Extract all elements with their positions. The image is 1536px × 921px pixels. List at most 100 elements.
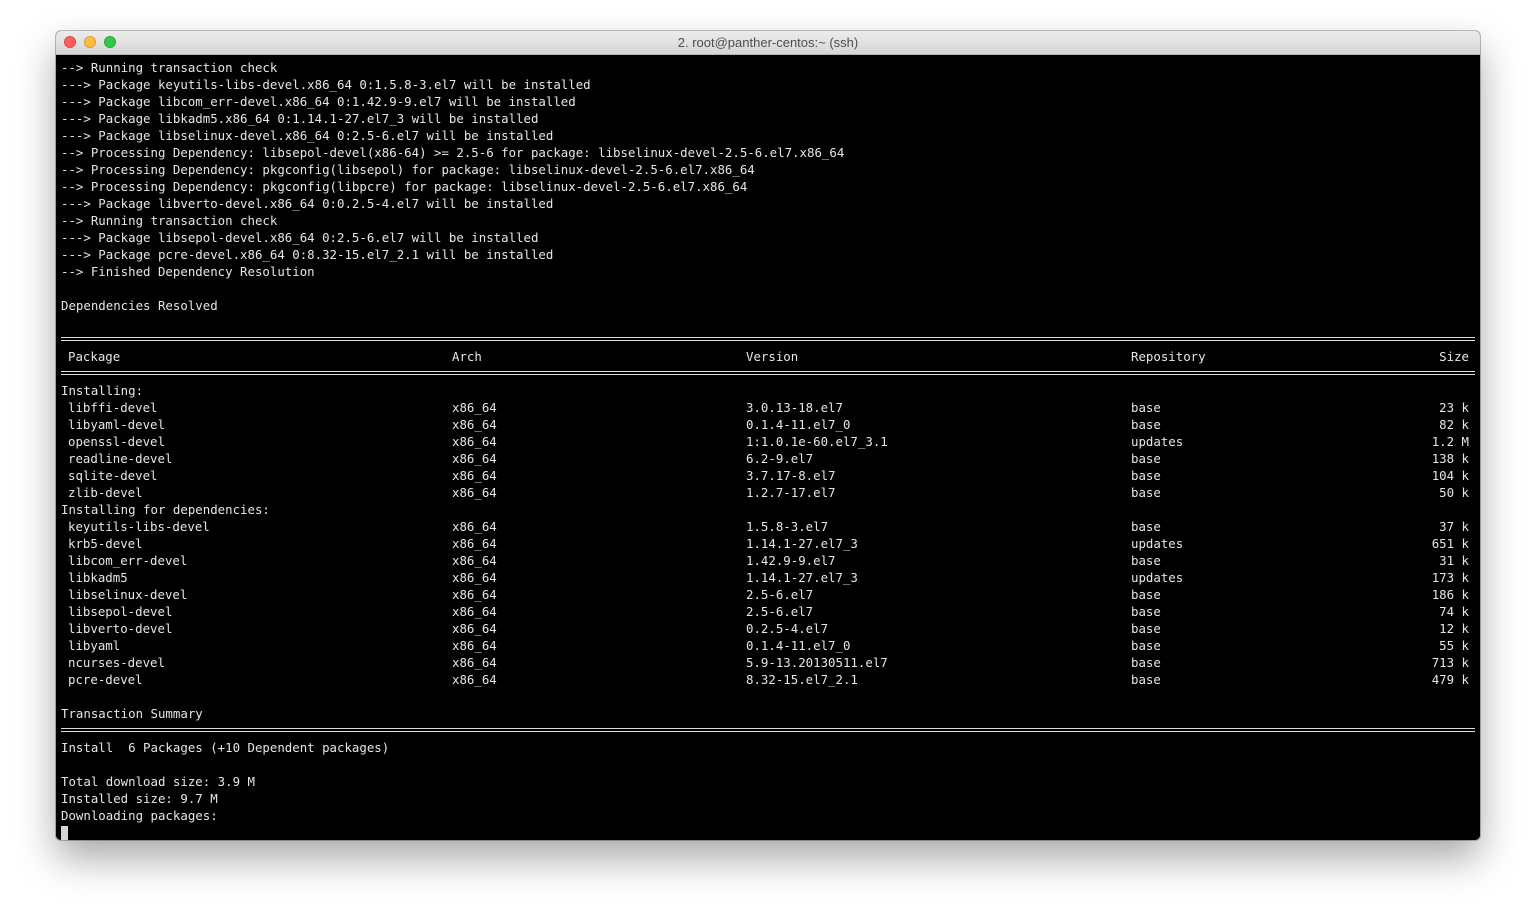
table-row: krb5-devel x86_64 1.14.1-27.el7_3 updates 65… xyxy=(61,535,1475,552)
downloading-status: Downloading packages: xyxy=(61,808,218,823)
version-cell: 1.2.7-17.el7 xyxy=(746,485,836,500)
size-cell: 74 k xyxy=(1439,604,1469,619)
table-header-row: Package Arch Version Repository Size xyxy=(61,348,1475,365)
table-header-rule xyxy=(61,365,1475,382)
table-row: libsepol-devel x86_64 2.5-6.el7 base 74 k xyxy=(61,603,1475,620)
header-arch: Arch xyxy=(452,349,482,364)
size-cell: 651 k xyxy=(1431,536,1469,551)
table-row: libkadm5 x86_64 1.14.1-27.el7_3 updates 173 … xyxy=(61,569,1475,586)
size-cell: 104 k xyxy=(1431,468,1469,483)
log-line: --> Running transaction check xyxy=(61,213,278,228)
arch-cell: x86_64 xyxy=(452,604,497,619)
arch-cell: x86_64 xyxy=(452,638,497,653)
repository-cell: base xyxy=(1131,417,1161,432)
table-row: openssl-devel x86_64 1:1.0.1e-60.el7_3.1 up… xyxy=(61,433,1475,450)
table-row: readline-devel x86_64 6.2-9.el7 base 138 k xyxy=(61,450,1475,467)
size-cell: 23 k xyxy=(1439,400,1469,415)
size-cell: 479 k xyxy=(1431,672,1469,687)
terminal-window[interactable]: 2. root@panther-centos:~ (ssh) --> Runni… xyxy=(56,31,1480,840)
table-row: keyutils-libs-devel x86_64 1.5.8-3.el7 base… xyxy=(61,518,1475,535)
arch-cell: x86_64 xyxy=(452,553,497,568)
package-name-cell: libffi-devel xyxy=(68,400,158,415)
size-cell: 82 k xyxy=(1439,417,1469,432)
package-name-cell: keyutils-libs-devel xyxy=(68,519,210,534)
size-cell: 1.2 M xyxy=(1431,434,1469,449)
log-line: ---> Package keyutils-libs-devel.x86_64 … xyxy=(61,77,591,92)
package-name-cell: sqlite-devel xyxy=(68,468,158,483)
prompt-line[interactable] xyxy=(61,824,1475,840)
repository-cell: updates xyxy=(1131,570,1184,585)
arch-cell: x86_64 xyxy=(452,468,497,483)
repository-cell: base xyxy=(1131,655,1161,670)
size-cell: 37 k xyxy=(1439,519,1469,534)
header-version: Version xyxy=(746,349,799,364)
arch-cell: x86_64 xyxy=(452,485,497,500)
log-line: --> Processing Dependency: pkgconfig(lib… xyxy=(61,162,755,177)
version-cell: 0.1.4-11.el7_0 xyxy=(746,638,851,653)
summary-rule xyxy=(61,722,1475,739)
installing-rows: libffi-devel x86_64 3.0.13-18.el7 base 23 k l… xyxy=(61,399,1475,501)
header-size: Size xyxy=(1439,349,1469,364)
size-cell: 186 k xyxy=(1431,587,1469,602)
version-cell: 3.7.17-8.el7 xyxy=(746,468,836,483)
install-count-line: Install 6 Packages (+10 Dependent packag… xyxy=(61,740,390,755)
log-line: --> Finished Dependency Resolution xyxy=(61,264,315,279)
total-download-size: Total download size: 3.9 M xyxy=(61,774,255,789)
installing-label: Installing: xyxy=(61,383,144,398)
package-name-cell: openssl-devel xyxy=(68,434,165,449)
table-row: ncurses-devel x86_64 5.9-13.20130511.el7 ba… xyxy=(61,654,1475,671)
package-name-cell: libsepol-devel xyxy=(68,604,173,619)
package-name-cell: libverto-devel xyxy=(68,621,173,636)
size-cell: 55 k xyxy=(1439,638,1469,653)
package-name-cell: libcom_err-devel xyxy=(68,553,188,568)
repository-cell: base xyxy=(1131,672,1161,687)
arch-cell: x86_64 xyxy=(452,434,497,449)
repository-cell: updates xyxy=(1131,536,1184,551)
package-name-cell: libyaml xyxy=(68,638,121,653)
log-line: --> Running transaction check xyxy=(61,60,278,75)
repository-cell: base xyxy=(1131,468,1161,483)
log-line: --> Processing Dependency: libsepol-deve… xyxy=(61,145,845,160)
package-name-cell: pcre-devel xyxy=(68,672,143,687)
table-row: libverto-devel x86_64 0.2.5-4.el7 base 12 k xyxy=(61,620,1475,637)
repository-cell: base xyxy=(1131,519,1161,534)
arch-cell: x86_64 xyxy=(452,587,497,602)
log-line: ---> Package libverto-devel.x86_64 0:0.2… xyxy=(61,196,554,211)
arch-cell: x86_64 xyxy=(452,655,497,670)
version-cell: 1.5.8-3.el7 xyxy=(746,519,829,534)
log-line: Dependencies Resolved xyxy=(61,298,218,313)
arch-cell: x86_64 xyxy=(452,400,497,415)
arch-cell: x86_64 xyxy=(452,417,497,432)
transaction-summary-title: Transaction Summary xyxy=(61,706,203,721)
table-row: libselinux-devel x86_64 2.5-6.el7 base 186 k xyxy=(61,586,1475,603)
title-bar[interactable]: 2. root@panther-centos:~ (ssh) xyxy=(56,31,1480,55)
dependencies-label: Installing for dependencies: xyxy=(61,502,270,517)
terminal-cursor xyxy=(61,826,68,840)
version-cell: 0.2.5-4.el7 xyxy=(746,621,829,636)
repository-cell: base xyxy=(1131,400,1161,415)
version-cell: 1.14.1-27.el7_3 xyxy=(746,536,858,551)
terminal-output[interactable]: --> Running transaction check ---> Packag… xyxy=(61,59,1475,840)
repository-cell: base xyxy=(1131,621,1161,636)
log-line: ---> Package pcre-devel.x86_64 0:8.32-15… xyxy=(61,247,554,262)
repository-cell: base xyxy=(1131,553,1161,568)
version-cell: 2.5-6.el7 xyxy=(746,587,814,602)
arch-cell: x86_64 xyxy=(452,451,497,466)
package-name-cell: libyaml-devel xyxy=(68,417,165,432)
version-cell: 1.14.1-27.el7_3 xyxy=(746,570,858,585)
size-cell: 31 k xyxy=(1439,553,1469,568)
version-cell: 3.0.13-18.el7 xyxy=(746,400,843,415)
installed-size: Installed size: 9.7 M xyxy=(61,791,218,806)
table-row: sqlite-devel x86_64 3.7.17-8.el7 base 104 k xyxy=(61,467,1475,484)
repository-cell: base xyxy=(1131,451,1161,466)
size-cell: 713 k xyxy=(1431,655,1469,670)
dependency-rows: keyutils-libs-devel x86_64 1.5.8-3.el7 base… xyxy=(61,518,1475,688)
version-cell: 0.1.4-11.el7_0 xyxy=(746,417,851,432)
size-cell: 12 k xyxy=(1439,621,1469,636)
repository-cell: base xyxy=(1131,604,1161,619)
size-cell: 173 k xyxy=(1431,570,1469,585)
package-name-cell: krb5-devel xyxy=(68,536,143,551)
